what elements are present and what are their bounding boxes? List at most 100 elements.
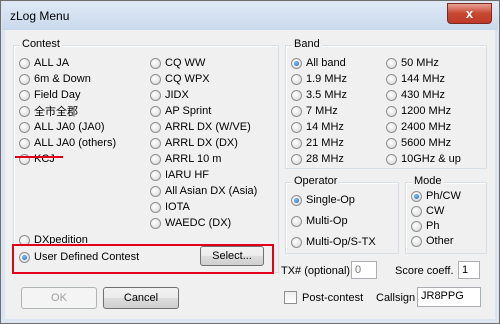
radio-circle [386, 89, 397, 101]
radio-label: 28 MHz [306, 153, 344, 165]
radio-circle [150, 57, 161, 69]
mode-radio-1[interactable]: CW [411, 204, 444, 218]
radio-circle [19, 89, 30, 101]
mode-radio-3[interactable]: Other [411, 234, 454, 248]
band-radio-right-6[interactable]: 10GHz & up [386, 152, 461, 166]
band-radio-left-3[interactable]: 7 MHz [291, 104, 338, 118]
contest-group: Contest ALL JA 6m & Down Field Day 全市全郡 ALL … [13, 38, 279, 273]
radio-label: Multi-Op [306, 215, 348, 227]
radio-circle [150, 169, 161, 181]
radio-circle [19, 73, 30, 85]
band-radio-right-0[interactable]: 50 MHz [386, 56, 439, 70]
radio-circle [291, 57, 302, 69]
radio-label: 1200 MHz [401, 105, 452, 117]
contest-radio-right-9[interactable]: IOTA [150, 200, 190, 214]
mode-radio-0[interactable]: Ph/CW [411, 189, 461, 203]
mode-radio-2[interactable]: Ph [411, 219, 439, 233]
radio-label: AP Sprint [165, 105, 212, 117]
radio-label: ALL JA [34, 57, 70, 69]
radio-circle [150, 201, 161, 213]
radio-circle [19, 121, 30, 133]
radio-label: 430 MHz [401, 89, 446, 101]
dialog-body: Contest ALL JA 6m & Down Field Day 全市全郡 ALL … [9, 30, 491, 316]
radio-label: Other [426, 235, 454, 247]
radio-circle [291, 73, 302, 85]
annotation-underline [15, 156, 63, 158]
radio-circle [150, 153, 161, 165]
band-radio-left-6[interactable]: 28 MHz [291, 152, 344, 166]
radio-circle [150, 185, 161, 197]
radio-label: 5600 MHz [401, 137, 452, 149]
band-radio-left-4[interactable]: 14 MHz [291, 120, 344, 134]
contest-radio-left-0[interactable]: ALL JA [19, 56, 69, 70]
band-radio-left-0[interactable]: All band [291, 56, 346, 70]
contest-radio-right-0[interactable]: CQ WW [150, 56, 205, 70]
contest-radio-left-3[interactable]: 全市全郡 [19, 104, 78, 118]
radio-label: 3.5 MHz [306, 89, 347, 101]
contest-radio-right-6[interactable]: ARRL 10 m [150, 152, 221, 166]
ok-button[interactable]: OK [21, 287, 97, 309]
radio-label: 10GHz & up [401, 153, 461, 165]
radio-circle [291, 89, 302, 101]
band-group: Band All band 1.9 MHz 3.5 MHz 7 MHz 14 MHz 21… [285, 38, 487, 169]
operator-radio-2[interactable]: Multi-Op/S-TX [291, 235, 376, 249]
band-radio-right-3[interactable]: 1200 MHz [386, 104, 451, 118]
operator-radio-0[interactable]: Single-Op [291, 193, 355, 207]
band-radio-right-1[interactable]: 144 MHz [386, 72, 445, 86]
radio-label: CW [426, 205, 445, 217]
operator-group: Operator Single-Op Multi-Op Multi-Op/S-TX [285, 175, 399, 254]
radio-circle [411, 190, 422, 202]
radio-circle [150, 121, 161, 133]
radio-label: ALL JA0 (JA0) [34, 121, 105, 133]
band-radio-right-5[interactable]: 5600 MHz [386, 136, 451, 150]
radio-label: 14 MHz [306, 121, 344, 133]
contest-radio-right-7[interactable]: IARU HF [150, 168, 209, 182]
radio-label: ALL JA0 (others) [34, 137, 117, 149]
contest-radio-left-1[interactable]: 6m & Down [19, 72, 91, 86]
radio-circle [386, 73, 397, 85]
radio-circle [411, 205, 422, 217]
radio-circle [150, 137, 161, 149]
mode-group-label: Mode [412, 175, 444, 187]
post-contest-checkbox[interactable] [284, 291, 297, 304]
contest-radio-left-5[interactable]: ALL JA0 (others) [19, 136, 116, 150]
radio-circle [19, 57, 30, 69]
tx-number-input[interactable]: 0 [351, 261, 377, 279]
band-radio-left-1[interactable]: 1.9 MHz [291, 72, 347, 86]
contest-radio-right-4[interactable]: ARRL DX (W/VE) [150, 120, 251, 134]
contest-radio-right-1[interactable]: CQ WPX [150, 72, 210, 86]
radio-label: 6m & Down [34, 73, 91, 85]
radio-label: WAEDC (DX) [165, 217, 232, 229]
score-coeff-input[interactable]: 1 [458, 261, 480, 279]
operator-radio-1[interactable]: Multi-Op [291, 214, 348, 228]
radio-label: ARRL 10 m [165, 153, 222, 165]
band-radio-right-4[interactable]: 2400 MHz [386, 120, 451, 134]
radio-circle [291, 121, 302, 133]
contest-radio-left-4[interactable]: ALL JA0 (JA0) [19, 120, 105, 134]
band-radio-left-5[interactable]: 21 MHz [291, 136, 344, 150]
contest-radio-right-2[interactable]: JIDX [150, 88, 189, 102]
radio-label: JIDX [165, 89, 189, 101]
close-icon[interactable]: x [447, 3, 492, 24]
contest-radio-left-2[interactable]: Field Day [19, 88, 80, 102]
contest-radio-left-6[interactable]: KCJ [19, 152, 55, 166]
radio-circle [291, 153, 302, 165]
contest-radio-right-5[interactable]: ARRL DX (DX) [150, 136, 238, 150]
radio-circle [291, 105, 302, 117]
cancel-button[interactable]: Cancel [103, 287, 179, 309]
band-radio-left-2[interactable]: 3.5 MHz [291, 88, 347, 102]
radio-label: Single-Op [306, 194, 355, 206]
band-radio-right-2[interactable]: 430 MHz [386, 88, 445, 102]
window-title: zLog Menu [10, 9, 70, 23]
contest-radio-right-10[interactable]: WAEDC (DX) [150, 216, 231, 230]
radio-circle [386, 137, 397, 149]
radio-circle [150, 73, 161, 85]
callsign-input[interactable]: JR8PPG [417, 287, 481, 307]
radio-circle [291, 236, 302, 248]
radio-circle [19, 137, 30, 149]
radio-circle [19, 105, 30, 117]
radio-label: Ph/CW [426, 190, 461, 202]
contest-radio-right-3[interactable]: AP Sprint [150, 104, 211, 118]
contest-radio-right-8[interactable]: All Asian DX (Asia) [150, 184, 257, 198]
title-bar[interactable]: zLog Menu x [2, 2, 498, 30]
